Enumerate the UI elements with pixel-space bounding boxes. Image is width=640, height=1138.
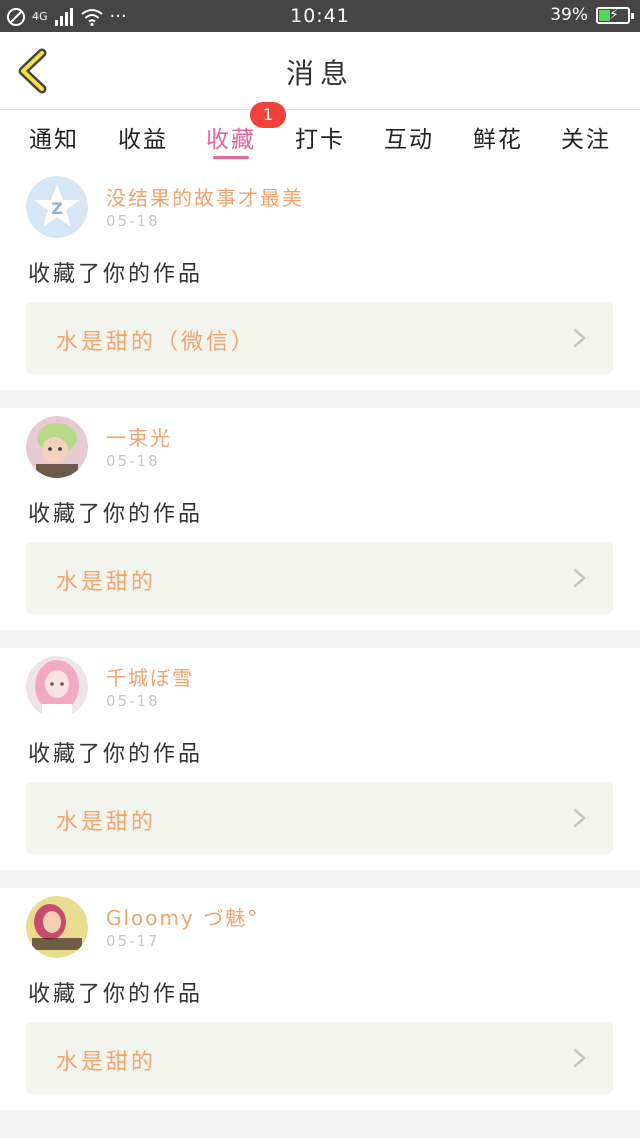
work-title: 水是甜的 [56,810,157,835]
user-photo-icon [26,656,88,718]
user-photo-icon [26,896,88,958]
work-link[interactable]: 水是甜的 [26,1022,613,1094]
page-title: 消息 [285,57,354,90]
tab-label: 鲜花 [473,127,523,153]
work-link[interactable]: 水是甜的 [26,542,613,614]
action-text: 收藏了你的作品 [28,742,204,767]
tab-label: 关注 [561,127,611,153]
avatar[interactable] [26,656,88,718]
charging-icon: ⚡ [609,6,619,23]
list-item: 千城ぼ雪 05-18 收藏了你的作品 水是甜的 [0,648,640,870]
status-bar: 4G ··· 10:41 39% ⚡ [0,0,640,32]
work-title: 水是甜的 [56,1050,157,1075]
avatar[interactable] [26,416,88,478]
list-item: Gloomy づ魅° 05-17 收藏了你的作品 水是甜的 [0,888,640,1110]
status-right: 39% ⚡ [550,5,634,25]
battery-icon: ⚡ [596,6,634,24]
battery-percent: 39% [550,5,588,25]
date: 05-18 [106,692,160,710]
action-text: 收藏了你的作品 [28,262,204,287]
tab-label: 收益 [118,127,168,153]
action-text: 收藏了你的作品 [28,502,204,527]
username[interactable]: Gloomy づ魅° [106,902,259,931]
avatar[interactable] [26,896,88,958]
chevron-right-icon [573,808,586,828]
tab-label: 打卡 [295,127,345,153]
date: 05-18 [106,452,160,470]
list-item: Z 没结果的故事才最美 05-18 收藏了你的作品 水是甜的（微信） [0,168,640,390]
username[interactable]: 一束光 [106,422,172,451]
user-photo-icon [26,416,88,478]
work-link[interactable]: 水是甜的 [26,782,613,854]
default-avatar-icon: Z [26,176,88,238]
work-link[interactable]: 水是甜的（微信） [26,302,613,374]
tab-following[interactable]: 关注 [546,120,626,168]
avatar[interactable]: Z [26,176,88,238]
clock: 10:41 [290,5,350,27]
list-item: 一束光 05-18 收藏了你的作品 水是甜的 [0,408,640,630]
chevron-right-icon [573,1048,586,1068]
username[interactable]: 没结果的故事才最美 [106,182,304,211]
action-text: 收藏了你的作品 [28,982,204,1007]
tab-label: 通知 [29,127,79,153]
tab-checkin[interactable]: 打卡 [280,120,360,168]
tab-bar: 通知 收益 收藏 打卡 互动 鲜花 关注 [0,110,640,168]
chevron-right-icon [573,568,586,588]
active-tab-indicator [213,156,249,159]
tab-label: 收藏 [206,127,256,153]
tab-flowers[interactable]: 鲜花 [458,120,538,168]
chevron-right-icon [573,328,586,348]
tab-interactions[interactable]: 互动 [369,120,449,168]
unread-badge: 1 [250,102,286,128]
work-title: 水是甜的 [56,570,157,595]
tab-label: 互动 [384,127,434,153]
favorites-feed: Z 没结果的故事才最美 05-18 收藏了你的作品 水是甜的（微信） 一束光 0… [0,168,640,1110]
tab-earnings[interactable]: 收益 [103,120,183,168]
date: 05-18 [106,212,160,230]
date: 05-17 [106,932,160,950]
username[interactable]: 千城ぼ雪 [106,662,194,691]
svg-text:Z: Z [51,199,63,218]
tab-notifications[interactable]: 通知 [14,120,94,168]
work-title: 水是甜的（微信） [56,330,257,355]
header: 消息 [0,32,640,110]
